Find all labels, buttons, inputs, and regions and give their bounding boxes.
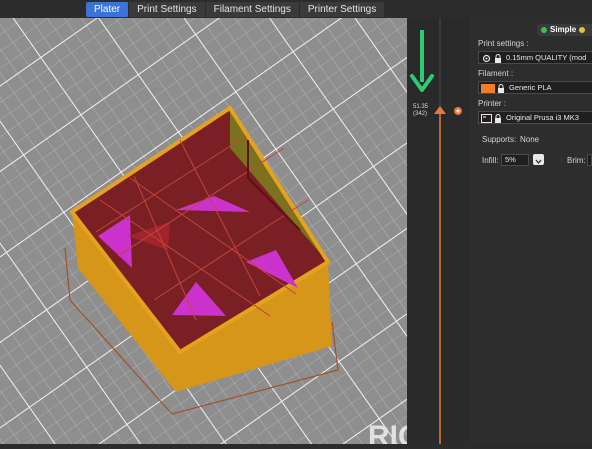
filament-color-swatch[interactable]	[481, 83, 495, 93]
chevron-down-icon	[535, 159, 542, 165]
printer-label: Printer :	[478, 99, 507, 108]
printer-icon	[481, 113, 492, 123]
print-bed-scene: RIG	[0, 18, 407, 444]
layer-height-value: 51.35	[413, 104, 429, 110]
mode-indicator-icon	[541, 26, 547, 33]
print-settings-value: 0.15mm QUALITY (mod	[506, 53, 587, 62]
mode-advanced-icon[interactable]	[579, 26, 586, 33]
lock-icon	[495, 53, 501, 63]
tab-print-settings[interactable]: Print Settings	[129, 2, 206, 17]
brim-label: Brim:	[567, 156, 586, 165]
printer-combo[interactable]: Original Prusa i3 MK3	[478, 111, 592, 124]
tab-plater[interactable]: Plater	[86, 2, 130, 17]
supports-label: Supports:	[482, 135, 517, 144]
layer-slider-thumb[interactable]	[434, 106, 446, 114]
down-arrow-icon	[410, 30, 434, 92]
filament-label: Filament :	[478, 69, 514, 78]
print-settings-combo[interactable]: 0.15mm QUALITY (mod	[478, 51, 592, 64]
supports-value[interactable]: None	[520, 135, 539, 144]
mode-simple-toggle[interactable]: Simple	[537, 24, 592, 36]
layer-slider-panel	[407, 18, 470, 444]
bed-watermark: RIG	[368, 420, 407, 444]
lock-icon	[498, 83, 504, 93]
infill-field[interactable]: 5%	[501, 154, 529, 166]
brim-checkbox[interactable]	[587, 154, 592, 166]
gear-icon	[482, 54, 491, 62]
tab-filament-settings[interactable]: Filament Settings	[205, 2, 300, 17]
top-bar: Plater Print Settings Filament Settings …	[0, 0, 592, 18]
tab-bar: Plater Print Settings Filament Settings …	[86, 2, 386, 18]
layer-height-readout: 51.35 (342)	[413, 104, 428, 118]
layer-number-value: (342)	[413, 111, 428, 117]
infill-label: Infill:	[482, 156, 499, 165]
3d-preview-viewport[interactable]: RIG	[0, 18, 407, 444]
layer-slider[interactable]	[407, 18, 470, 444]
print-settings-label: Print settings :	[478, 39, 529, 48]
tab-printer-settings[interactable]: Printer Settings	[299, 2, 386, 17]
infill-dropdown-button[interactable]	[533, 154, 544, 165]
filament-combo[interactable]: Generic PLA	[478, 81, 592, 94]
mode-label: Simple	[550, 25, 577, 34]
printer-value: Original Prusa i3 MK3	[506, 113, 579, 122]
filament-value: Generic PLA	[509, 83, 552, 92]
lock-icon	[495, 113, 501, 123]
